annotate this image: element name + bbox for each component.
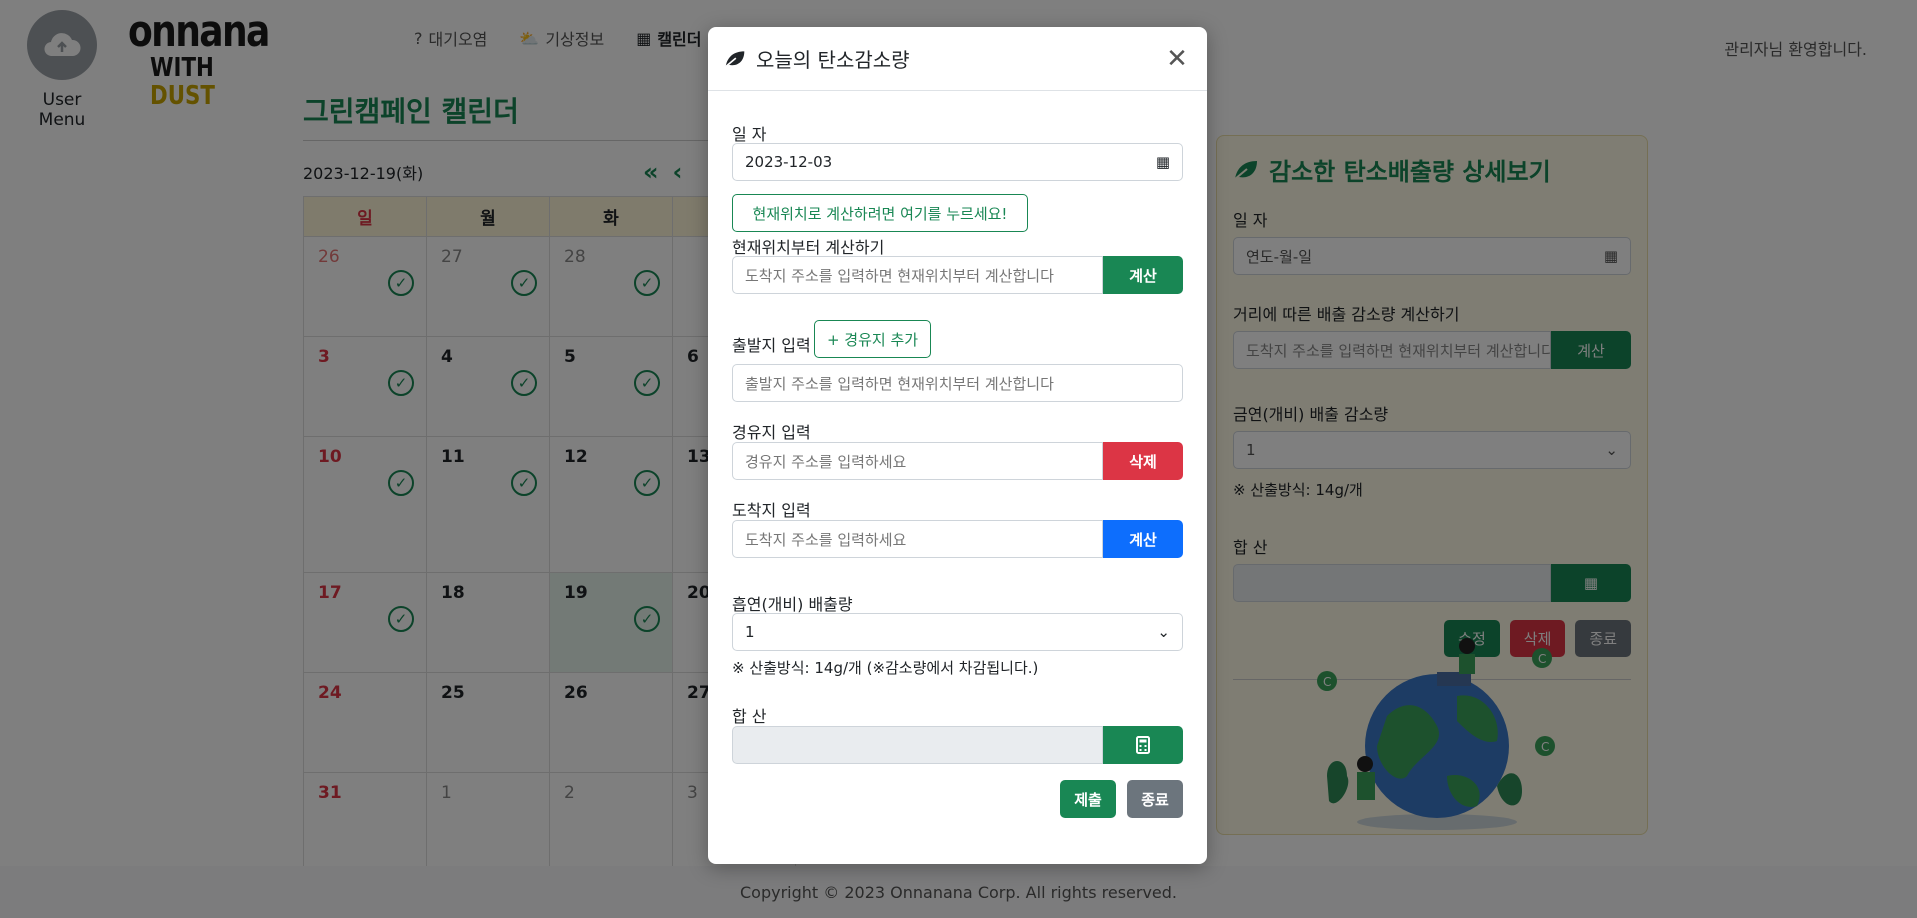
current-calc-input[interactable]: 도착지 주소를 입력하면 현재위치부터 계산합니다 [732,256,1103,294]
delete-waypoint-button[interactable]: 삭제 [1103,442,1183,480]
calc-button[interactable]: 계산 [1103,256,1183,294]
modal-title: 오늘의 탄소감소량 [756,48,910,72]
calendar-icon: ▦ [1155,153,1170,171]
submit-button[interactable]: 제출 [1060,780,1116,818]
add-waypoint-button[interactable]: + 경유지 추가 [814,320,931,358]
select-value: 1 [745,623,755,641]
origin-label: 출발지 입력 [732,336,811,355]
calculator-button[interactable] [1103,726,1183,764]
smoke-select[interactable]: 1 ⌄ [732,613,1183,651]
dest-input[interactable]: 도착지 주소를 입력하세요 [732,520,1103,558]
smoke-label: 흡연(개비) 배출량 [732,595,853,614]
waypoint-label: 경유지 입력 [732,423,811,442]
chevron-down-icon: ⌄ [1157,623,1170,641]
dest-label: 도착지 입력 [732,501,811,520]
waypoint-input[interactable]: 경유지 주소를 입력하세요 [732,442,1103,480]
date-input[interactable]: 2023-12-03 ▦ [732,143,1183,181]
modal-header: 오늘의 탄소감소량 ✕ [708,27,1207,91]
dest-calc-button[interactable]: 계산 [1103,520,1183,558]
current-location-button[interactable]: 현재위치로 계산하려면 여기를 누르세요! [732,194,1028,232]
date-label: 일 자 [732,125,767,144]
total-input [732,726,1103,764]
close-icon[interactable]: ✕ [1163,44,1191,74]
origin-input[interactable]: 출발지 주소를 입력하면 현재위치부터 계산합니다 [732,364,1183,402]
date-value: 2023-12-03 [745,153,833,171]
total-label: 합 산 [732,707,767,726]
calculator-icon [1136,736,1150,754]
smoke-note: ※ 산출방식: 14g/개 (※감소량에서 차감됩니다.) [732,659,1039,677]
leaf-icon [725,50,745,67]
carbon-reduction-modal: 오늘의 탄소감소량 ✕ 일 자 2023-12-03 ▦ 현재위치로 계산하려면… [708,27,1207,864]
current-calc-label: 현재위치부터 계산하기 [732,238,885,257]
close-button[interactable]: 종료 [1127,780,1183,818]
